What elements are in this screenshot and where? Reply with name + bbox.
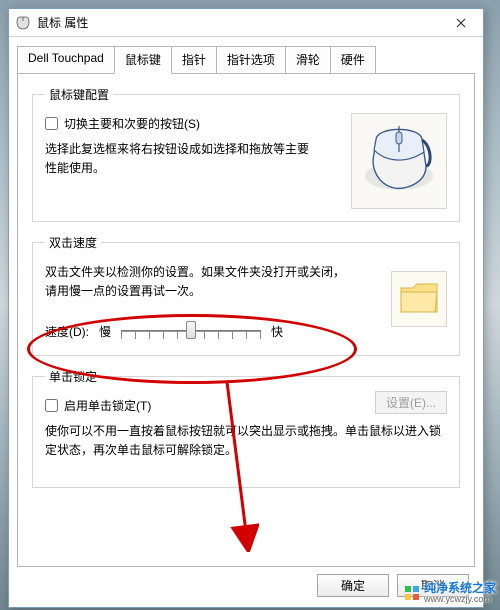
tab-dell-touchpad[interactable]: Dell Touchpad xyxy=(17,46,115,74)
swap-buttons-checkbox-row[interactable]: 切换主要和次要的按钮(S) xyxy=(45,115,339,132)
window-title: 鼠标 属性 xyxy=(37,14,88,31)
tab-pointers[interactable]: 指针 xyxy=(171,46,217,74)
tab-wheel[interactable]: 滑轮 xyxy=(285,46,331,74)
clicklock-desc: 使你可以不用一直按着鼠标按钮就可以突出显示或拖拽。单击鼠标以进入锁定状态，再次单… xyxy=(45,422,447,460)
double-click-legend: 双击速度 xyxy=(45,234,101,251)
folder-test-icon[interactable] xyxy=(391,271,447,327)
mouse-icon xyxy=(15,15,31,31)
speed-fast-label: 快 xyxy=(271,323,283,340)
clicklock-legend: 单击锁定 xyxy=(45,368,101,385)
button-config-legend: 鼠标键配置 xyxy=(45,86,113,103)
swap-buttons-desc: 选择此复选框来将右按钮设成如选择和拖放等主要性能使用。 xyxy=(45,140,315,178)
clicklock-settings-button[interactable]: 设置(E)... xyxy=(375,391,447,414)
speed-label: 速度(D): xyxy=(45,323,89,340)
speed-slow-label: 慢 xyxy=(99,323,111,340)
double-click-speed-slider[interactable] xyxy=(121,319,261,343)
tab-pointer-options[interactable]: 指针选项 xyxy=(216,46,286,74)
button-config-group: 鼠标键配置 切换主要和次要的按钮(S) 选择此复选框来将右按钮设成如选择和拖放等… xyxy=(32,86,460,222)
tabs: Dell Touchpad 鼠标键 指针 指针选项 滑轮 硬件 xyxy=(9,37,483,73)
ok-button[interactable]: 确定 xyxy=(317,574,389,597)
swap-buttons-label: 切换主要和次要的按钮(S) xyxy=(64,115,200,132)
titlebar: 鼠标 属性 xyxy=(9,9,483,37)
mouse-illustration xyxy=(351,113,447,209)
double-click-desc: 双击文件夹以检测你的设置。如果文件夹没打开或关闭，请用慢一点的设置再试一次。 xyxy=(45,263,345,301)
tab-hardware[interactable]: 硬件 xyxy=(330,46,376,74)
tab-mouse-buttons[interactable]: 鼠标键 xyxy=(114,46,172,74)
close-button[interactable] xyxy=(439,9,483,37)
dialog-buttons: 确定 取消 xyxy=(317,574,469,597)
clicklock-group: 单击锁定 启用单击锁定(T) 设置(E)... 使你可以不用一直按着鼠标按钮就可… xyxy=(32,368,460,488)
speed-slider-row: 速度(D): 慢 快 xyxy=(45,319,369,343)
clicklock-checkbox[interactable] xyxy=(45,399,58,412)
mouse-properties-window: 鼠标 属性 Dell Touchpad 鼠标键 指针 指针选项 滑轮 硬件 鼠标… xyxy=(8,8,484,608)
double-click-group: 双击速度 双击文件夹以检测你的设置。如果文件夹没打开或关闭，请用慢一点的设置再试… xyxy=(32,234,460,356)
swap-buttons-checkbox[interactable] xyxy=(45,117,58,130)
tab-page: 鼠标键配置 切换主要和次要的按钮(S) 选择此复选框来将右按钮设成如选择和拖放等… xyxy=(17,73,475,567)
cancel-button[interactable]: 取消 xyxy=(397,574,469,597)
clicklock-label: 启用单击锁定(T) xyxy=(64,397,151,414)
